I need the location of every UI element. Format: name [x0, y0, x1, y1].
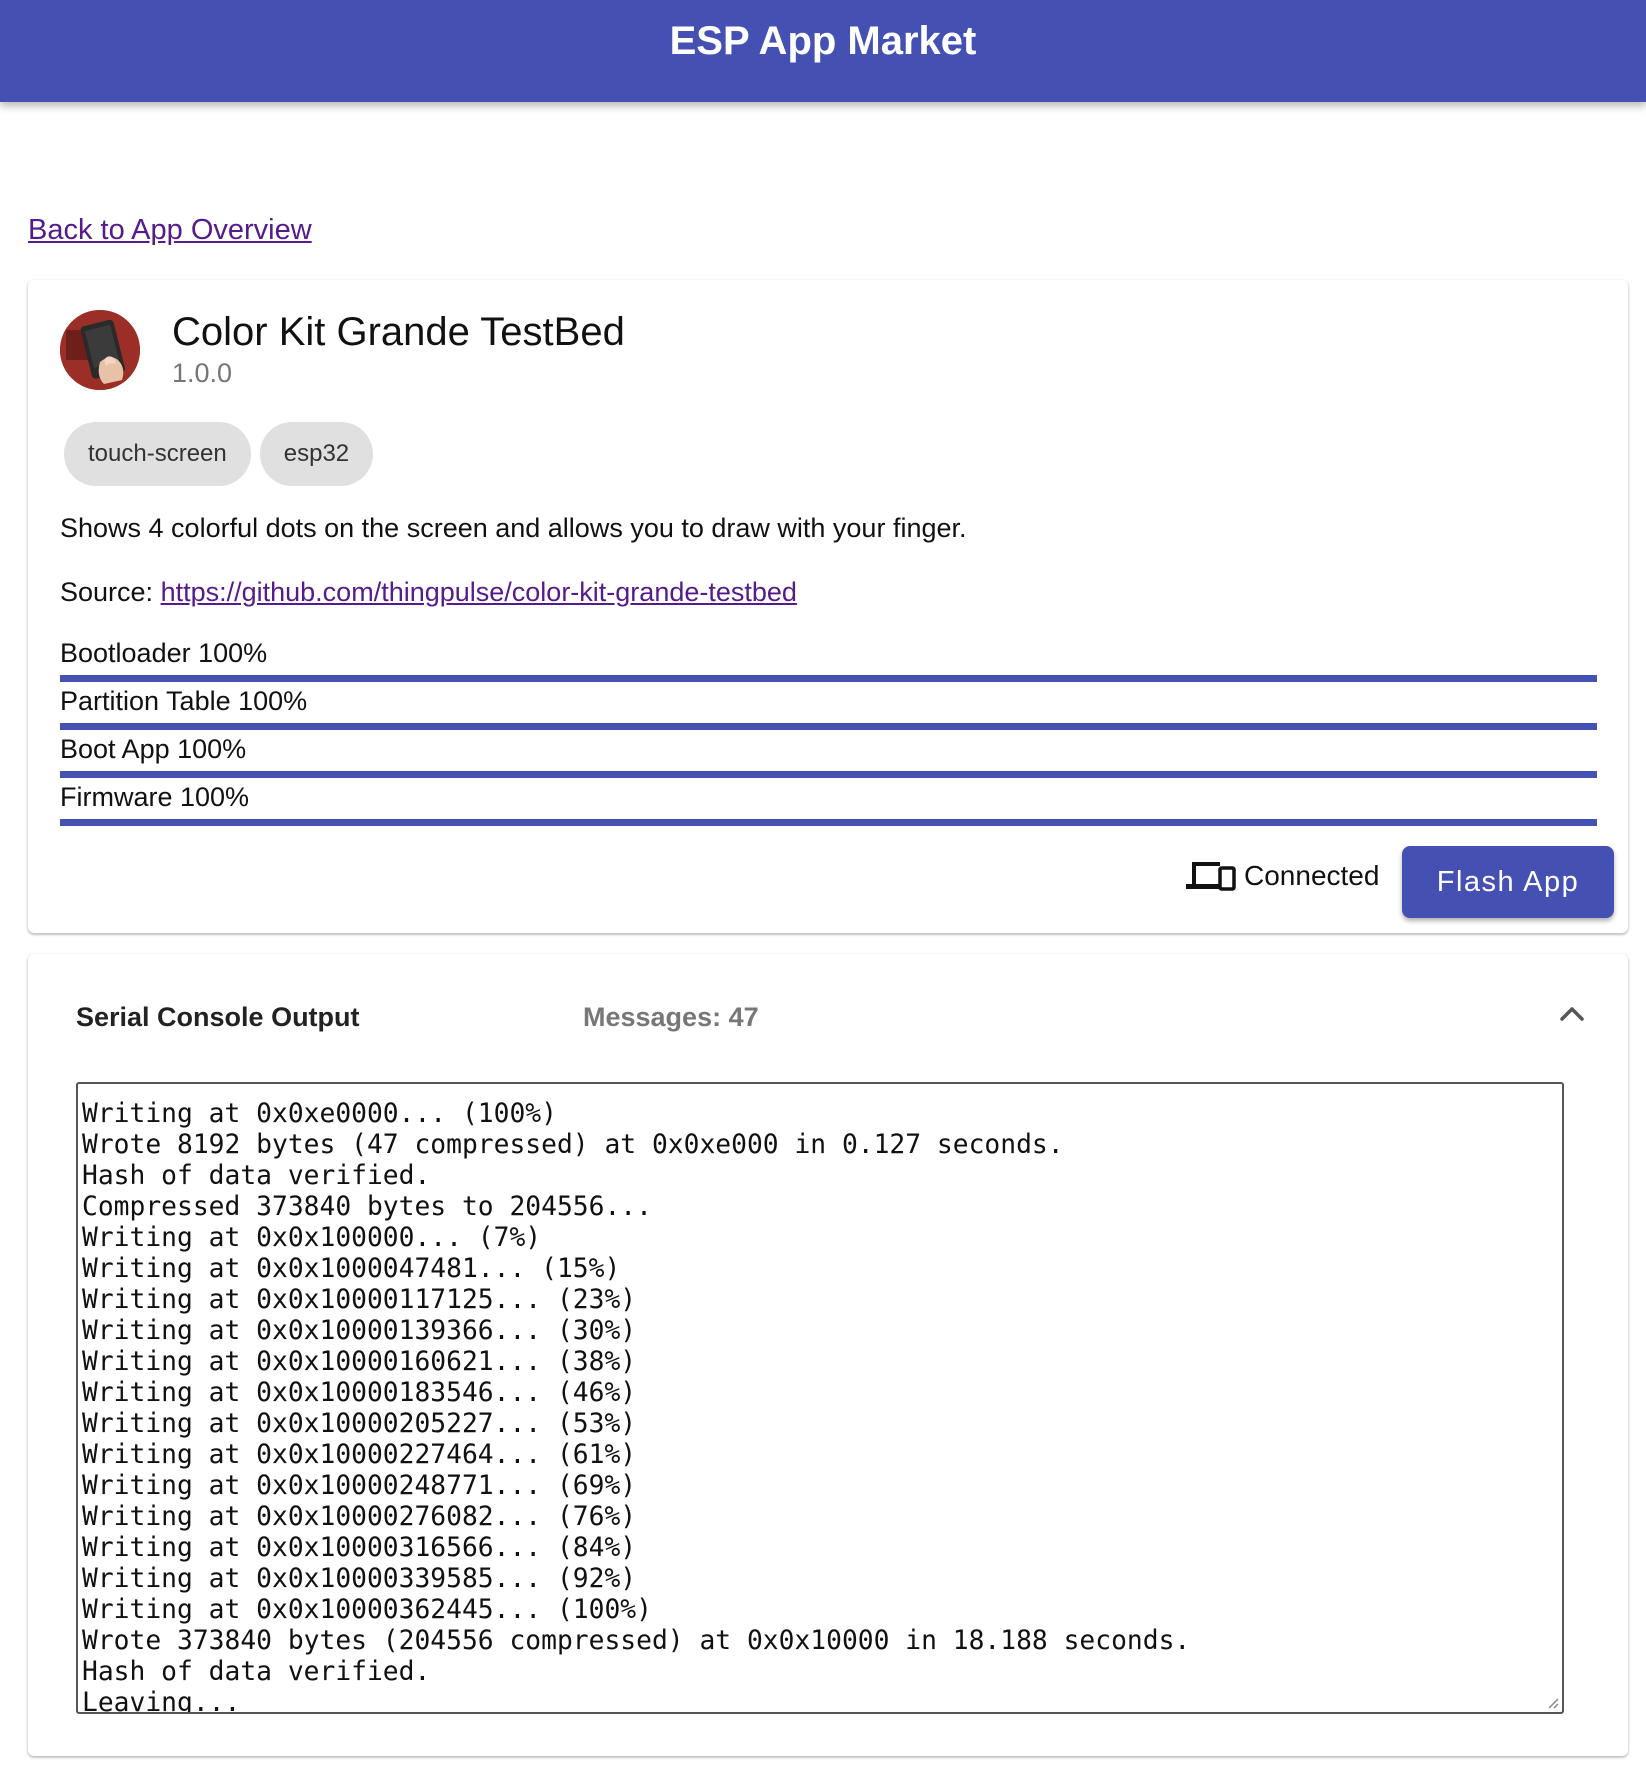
progress-partition-table: Partition Table 100% — [60, 686, 1597, 730]
app-description: Shows 4 colorful dots on the screen and … — [60, 513, 967, 543]
console-lines: Writing at 0x0xe0000... (100%) Wrote 8192… — [82, 1084, 1558, 1714]
tag-list: touch-screen esp32 — [64, 422, 374, 486]
source-link[interactable]: https://github.com/thingpulse/color-kit-… — [161, 577, 797, 607]
source-label: Source: — [60, 577, 154, 607]
progress-bar — [60, 675, 1597, 682]
progress-fill — [60, 675, 1597, 682]
console-line: Writing at 0x0x10000276082... (76%) — [82, 1502, 637, 1532]
progress-label: Boot App 100% — [60, 734, 247, 764]
console-line: Hash of data verified. — [82, 1161, 431, 1191]
progress-fill — [60, 771, 1597, 778]
flash-app-button[interactable]: Flash App — [1402, 846, 1614, 918]
console-line: Writing at 0x0x10000339585... (92%) — [82, 1564, 637, 1594]
console-line: Leaving... — [82, 1688, 241, 1714]
chevron-up-icon[interactable] — [1556, 998, 1588, 1030]
console-line: Writing at 0x0x10000227464... (61%) — [82, 1440, 637, 1470]
progress-boot-app: Boot App 100% — [60, 734, 1597, 778]
progress-label: Bootloader 100% — [60, 638, 268, 668]
connection-status: Connected — [1186, 858, 1379, 894]
app-avatar — [60, 310, 140, 390]
resize-grip-icon[interactable] — [1544, 1694, 1560, 1710]
progress-bar — [60, 819, 1597, 826]
source-line: Source: https://github.com/thingpulse/co… — [60, 577, 797, 608]
progress-fill — [60, 723, 1597, 730]
console-line: Writing at 0x0x10000160621... (38%) — [82, 1347, 637, 1377]
console-line: Writing at 0x0x10000183546... (46%) — [82, 1378, 637, 1408]
console-line: Writing at 0x0x10000316566... (84%) — [82, 1533, 637, 1563]
app-card: Color Kit Grande TestBed 1.0.0 touch-scr… — [28, 280, 1628, 933]
progress-fill — [60, 819, 1597, 826]
console-line: Writing at 0x0x10000117125... (23%) — [82, 1285, 637, 1315]
app-name: Color Kit Grande TestBed — [172, 310, 625, 354]
console-line: Writing at 0x0x10000139366... (30%) — [82, 1316, 637, 1346]
app-bar: ESP App Market — [0, 0, 1646, 102]
app-version: 1.0.0 — [172, 358, 233, 388]
tag-chip[interactable]: touch-screen — [64, 422, 251, 486]
progress-bar — [60, 771, 1597, 778]
progress-firmware: Firmware 100% — [60, 782, 1597, 826]
console-line: Compressed 373840 bytes to 204556... — [82, 1192, 652, 1222]
console-line-partial — [82, 1084, 1558, 1099]
console-line: Hash of data verified. — [82, 1657, 431, 1687]
console-line: Writing at 0x0x100000... (7%) — [82, 1223, 542, 1253]
console-panel: Serial Console Output Messages: 47 Writi… — [28, 954, 1628, 1756]
app-title: ESP App Market — [669, 18, 977, 63]
console-line: Writing at 0x0x10000248771... (69%) — [82, 1471, 637, 1501]
console-line: Writing at 0x0x10000205227... (53%) — [82, 1409, 637, 1439]
progress-label: Partition Table 100% — [60, 686, 308, 716]
console-output[interactable]: Writing at 0x0xe0000... (100%) Wrote 8192… — [76, 1082, 1564, 1714]
tag-chip[interactable]: esp32 — [259, 422, 374, 486]
progress-label: Firmware 100% — [60, 782, 250, 812]
console-line: Writing at 0x0x10000362445... (100%) — [82, 1595, 652, 1625]
console-line: Writing at 0x0x1000047481... (15%) — [82, 1254, 621, 1284]
message-count: Messages: 47 — [583, 1002, 759, 1032]
devices-icon — [1186, 862, 1236, 891]
connection-label: Connected — [1244, 860, 1380, 891]
back-to-overview-link[interactable]: Back to App Overview — [28, 214, 312, 247]
progress-bar — [60, 723, 1597, 730]
progress-bootloader: Bootloader 100% — [60, 638, 1597, 682]
console-line: Wrote 373840 bytes (204556 compressed) a… — [82, 1626, 1191, 1656]
console-line: Wrote 8192 bytes (47 compressed) at 0x0x… — [82, 1130, 1064, 1160]
console-title: Serial Console Output — [76, 1002, 360, 1032]
console-line: Writing at 0x0xe0000... (100%) — [82, 1099, 557, 1129]
